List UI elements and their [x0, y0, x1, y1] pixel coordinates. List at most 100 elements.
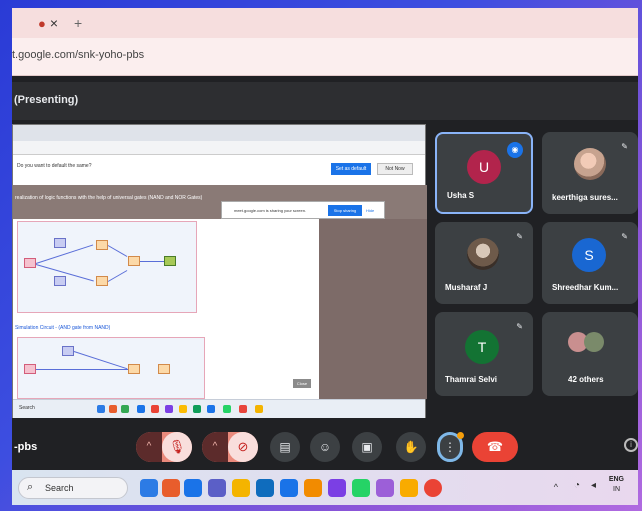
shared-tab-strip — [13, 125, 425, 141]
avatar: T — [465, 330, 499, 364]
app-icon[interactable] — [162, 479, 180, 497]
pin-icon: ✎ — [621, 232, 628, 241]
shared-not-now-button: Not Now — [377, 163, 413, 175]
search-icon: ⌕ — [27, 481, 34, 493]
app-icon — [151, 405, 159, 413]
app-icon — [239, 405, 247, 413]
app-icon[interactable] — [376, 479, 394, 497]
circuit-node — [164, 256, 176, 266]
shared-question: Do you want to default the same? — [17, 163, 92, 169]
edge-icon[interactable] — [280, 479, 298, 497]
avatar — [584, 332, 604, 352]
info-icon[interactable]: i — [624, 438, 638, 452]
camera-options-caret[interactable]: ^ — [202, 432, 228, 462]
app-icon[interactable] — [400, 479, 418, 497]
shared-default-button: Set as default — [331, 163, 371, 175]
circuit-wire — [107, 270, 128, 282]
pin-icon: ✎ — [621, 142, 628, 151]
region-indicator: IN — [613, 486, 620, 493]
shared-side-panel — [319, 219, 427, 399]
participant-name: 42 others — [568, 375, 604, 384]
circuit-node — [96, 240, 108, 250]
participant-name: Shreedhar Kum... — [552, 283, 619, 292]
app-icon[interactable] — [184, 479, 202, 497]
shared-caption: Simulation Circuit - (AND gate from NAND… — [15, 325, 111, 331]
participant-tile[interactable]: U ◉ Usha S — [435, 132, 533, 214]
network-icon[interactable]: ◔ — [574, 480, 580, 491]
app-icon — [179, 405, 187, 413]
present-button[interactable]: ▣ — [352, 432, 382, 462]
more-options-button[interactable]: ⋮ — [437, 432, 464, 462]
participant-tile[interactable]: ✎ keerthiga sures... — [542, 132, 638, 214]
circuit-node — [24, 364, 36, 374]
circuit-wire — [107, 245, 128, 257]
participant-tile[interactable]: T ✎ Thamrai Selvi — [435, 312, 533, 396]
mic-control[interactable]: ^ 🎙 — [136, 432, 192, 462]
raise-hand-button[interactable]: ✋ — [396, 432, 426, 462]
leave-call-button[interactable]: ☎ — [472, 432, 518, 462]
participant-name: Musharaf J — [445, 283, 488, 292]
circuit-node — [54, 276, 66, 286]
screen: ● × + t.google.com/snk-yoho-pbs (Present… — [12, 8, 638, 505]
shared-address-bar — [13, 141, 425, 155]
captions-button[interactable]: ▤ — [270, 432, 300, 462]
mic-off-icon[interactable]: 🎙 — [162, 432, 192, 462]
participant-name: keerthiga sures... — [552, 193, 618, 202]
circuit-diagram — [17, 337, 205, 399]
circuit-node — [128, 364, 140, 374]
url-text[interactable]: t.google.com/snk-yoho-pbs — [12, 49, 144, 61]
circuit-diagram — [17, 221, 197, 313]
presenting-bar: (Presenting) — [12, 82, 638, 120]
taskbar-search-box[interactable]: ⌕ Search — [18, 477, 128, 499]
app-icon — [207, 405, 215, 413]
app-icon — [137, 405, 145, 413]
camera-off-icon[interactable]: ⊘ — [228, 432, 258, 462]
meeting-controls: -pbs ^ 🎙 ^ ⊘ ▤ ☺ ▣ ✋ ⋮ ☎ i — [12, 418, 638, 470]
hide-popup-link: Hide — [366, 208, 375, 213]
whatsapp-icon[interactable] — [352, 479, 370, 497]
app-icon[interactable] — [304, 479, 322, 497]
teams-icon[interactable] — [208, 479, 226, 497]
mic-options-caret[interactable]: ^ — [136, 432, 162, 462]
mail-icon[interactable] — [256, 479, 274, 497]
shared-search: Search — [19, 405, 35, 411]
circuit-wire — [36, 369, 128, 370]
avatar: S — [572, 238, 606, 272]
shared-screen: Do you want to default the same? Set as … — [12, 124, 427, 418]
shared-document: Simulation Circuit - (AND gate from NAND… — [13, 219, 319, 399]
circuit-wire — [140, 261, 164, 262]
app-icon — [223, 405, 231, 413]
chrome-icon[interactable] — [424, 479, 442, 497]
folder-icon[interactable] — [232, 479, 250, 497]
volume-icon[interactable]: ◂ — [591, 480, 596, 491]
notification-dot — [457, 432, 464, 439]
circuit-wire — [73, 351, 128, 370]
language-indicator[interactable]: ENG — [609, 476, 624, 483]
new-tab-button[interactable]: + — [74, 15, 82, 31]
participant-tile[interactable]: 42 others — [542, 312, 638, 396]
tab-close-icon[interactable]: × — [50, 15, 58, 31]
app-icon — [97, 405, 105, 413]
speaking-icon: ◉ — [507, 142, 523, 158]
windows-taskbar: ⌕ Search ^ ◔ ◂ ENG IN — [12, 470, 638, 505]
circuit-node — [128, 256, 140, 266]
address-bar[interactable]: t.google.com/snk-yoho-pbs — [12, 38, 638, 76]
camera-control[interactable]: ^ ⊘ — [202, 432, 258, 462]
participant-tile[interactable]: S ✎ Shreedhar Kum... — [542, 222, 638, 304]
participant-name: Thamrai Selvi — [445, 375, 498, 384]
pin-icon: ✎ — [516, 232, 523, 241]
avatar: U — [467, 150, 501, 184]
app-icon — [121, 405, 129, 413]
shared-close-tag: Close — [293, 379, 311, 388]
app-icon — [193, 405, 201, 413]
circuit-node — [96, 276, 108, 286]
app-icon[interactable] — [140, 479, 158, 497]
search-label: Search — [45, 483, 74, 493]
stop-sharing-button: Stop sharing — [328, 205, 362, 216]
emoji-button[interactable]: ☺ — [310, 432, 340, 462]
app-icon — [165, 405, 173, 413]
pin-icon: ✎ — [516, 322, 523, 331]
participant-tile[interactable]: ✎ Musharaf J — [435, 222, 533, 304]
app-icon[interactable] — [328, 479, 346, 497]
tray-expand-icon[interactable]: ^ — [554, 482, 558, 492]
